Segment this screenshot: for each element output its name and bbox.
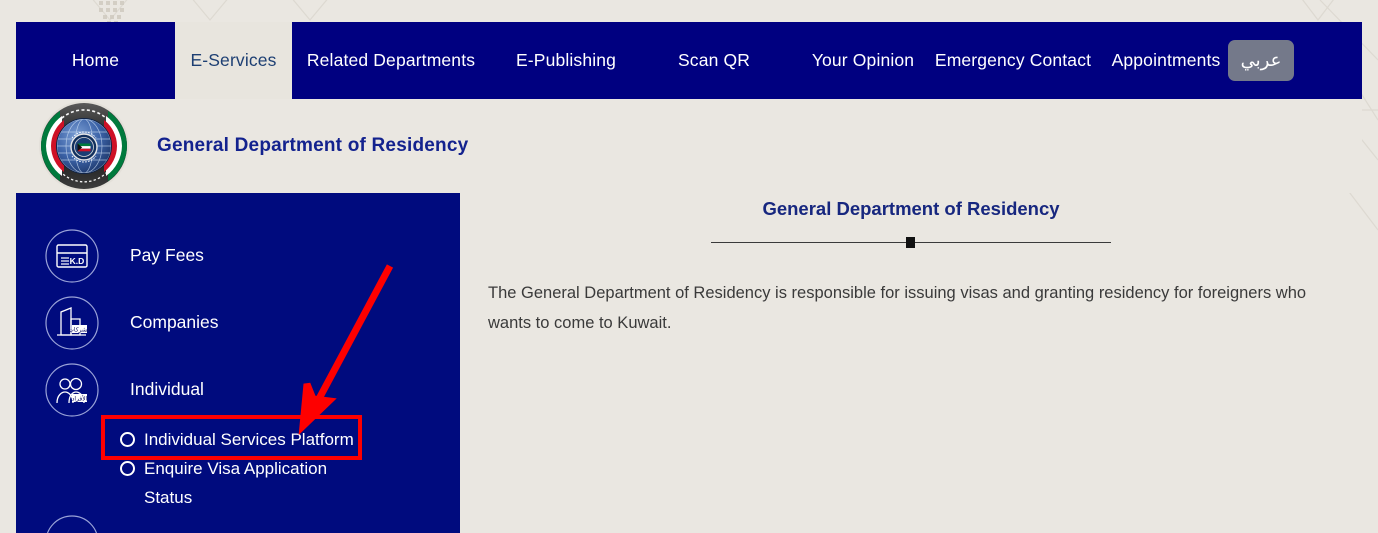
people-icon: الأفراد	[44, 362, 100, 418]
main-header: General Department of Residency	[460, 193, 1362, 249]
payment-card-kd-icon: K.D	[44, 228, 100, 284]
sidebar-item-individual[interactable]: الأفراد Individual	[16, 356, 460, 423]
sub-item-label: Individual Services Platform	[144, 430, 354, 449]
nav-item-e-publishing[interactable]: E-Publishing	[490, 22, 632, 99]
sub-item-individual-services-platform[interactable]: Individual Services Platform	[120, 425, 370, 454]
radio-bullet-icon	[120, 461, 135, 476]
main-title: General Department of Residency	[762, 198, 1060, 219]
main-body-text: The General Department of Residency is r…	[488, 284, 1307, 332]
nav-item-e-services[interactable]: E-Services	[175, 22, 292, 99]
sidebar-item-label: Individual	[130, 379, 204, 399]
nav-item-scan-qr[interactable]: Scan QR	[632, 22, 778, 99]
page-title: General Department of Residency	[157, 135, 469, 156]
svg-text:K.D: K.D	[70, 256, 85, 266]
svg-text:الشركات: الشركات	[68, 326, 91, 333]
radio-bullet-icon	[120, 432, 135, 447]
sub-item-label: Enquire Visa Application Status	[144, 459, 328, 507]
nav-item-emergency-contact[interactable]: Emergency Contact	[928, 22, 1092, 99]
square-divider-icon	[906, 237, 915, 248]
kuwait-residency-emblem-icon	[38, 100, 130, 192]
language-toggle-button[interactable]: عربي	[1228, 40, 1294, 81]
top-navigation-bar: Home E-Services Related Departments E-Pu…	[16, 22, 1362, 99]
sidebar-item-label: Pay Fees	[130, 245, 204, 265]
nav-item-appointments[interactable]: Appointments	[1092, 22, 1226, 99]
main-content-panel: General Department of Residency The Gene…	[460, 193, 1362, 533]
nav-item-related-departments[interactable]: Related Departments	[292, 22, 490, 99]
sidebar-item-next-partial[interactable]	[16, 515, 460, 533]
sub-item-enquire-visa-application-status[interactable]: Enquire Visa Application Status	[120, 454, 370, 512]
brand-header: General Department of Residency	[16, 99, 1362, 193]
circle-outline-icon	[44, 514, 100, 533]
nav-item-your-opinion[interactable]: Your Opinion	[778, 22, 928, 99]
nav-item-home[interactable]: Home	[16, 22, 175, 99]
individual-sub-menu: Individual Services Platform Enquire Vis…	[120, 425, 460, 512]
e-services-sidebar: K.D Pay Fees الشركات Companies الأفراد I…	[16, 193, 460, 533]
sidebar-item-label: Companies	[130, 312, 219, 332]
title-divider	[711, 237, 1111, 249]
sidebar-item-pay-fees[interactable]: K.D Pay Fees	[16, 222, 460, 289]
sidebar-item-companies[interactable]: الشركات Companies	[16, 289, 460, 356]
building-icon: الشركات	[44, 295, 100, 351]
